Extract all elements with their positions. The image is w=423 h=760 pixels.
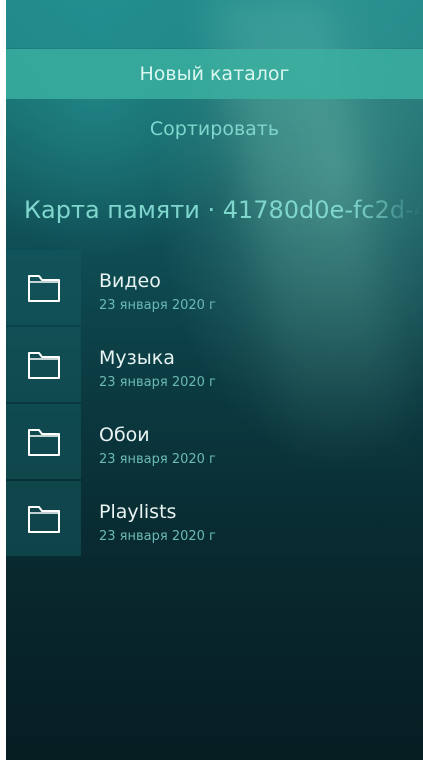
list-item-playlists[interactable]: Playlists 23 января 2020 г (6, 481, 423, 558)
folder-icon (6, 250, 81, 325)
folder-icon (6, 404, 81, 479)
list-item-wallpapers[interactable]: Обои 23 января 2020 г (6, 404, 423, 481)
folder-icon (6, 327, 81, 402)
status-area (6, 0, 423, 48)
list-item-music[interactable]: Музыка 23 января 2020 г (6, 327, 423, 404)
file-browser-screen: Новый каталог Сортировать Карта памяти ·… (6, 0, 423, 760)
list-item-name: Музыка (99, 347, 175, 369)
list-item-name: Playlists (99, 501, 177, 523)
list-item-name: Обои (99, 424, 150, 446)
menu-item-sort[interactable]: Сортировать (6, 104, 423, 154)
list-item-name: Видео (99, 270, 161, 292)
list-item-video[interactable]: Видео 23 января 2020 г (6, 250, 423, 327)
menu-item-new-folder[interactable]: Новый каталог (6, 49, 423, 99)
file-list: Видео 23 января 2020 г Музыка 23 января … (6, 250, 423, 558)
page-title: Карта памяти · 41780d0e-fc2d-4 (24, 196, 423, 224)
folder-icon (6, 481, 81, 556)
list-item-date: 23 января 2020 г (99, 529, 216, 544)
list-item-date: 23 января 2020 г (99, 375, 216, 390)
list-item-date: 23 января 2020 г (99, 298, 216, 313)
list-item-date: 23 января 2020 г (99, 452, 216, 467)
